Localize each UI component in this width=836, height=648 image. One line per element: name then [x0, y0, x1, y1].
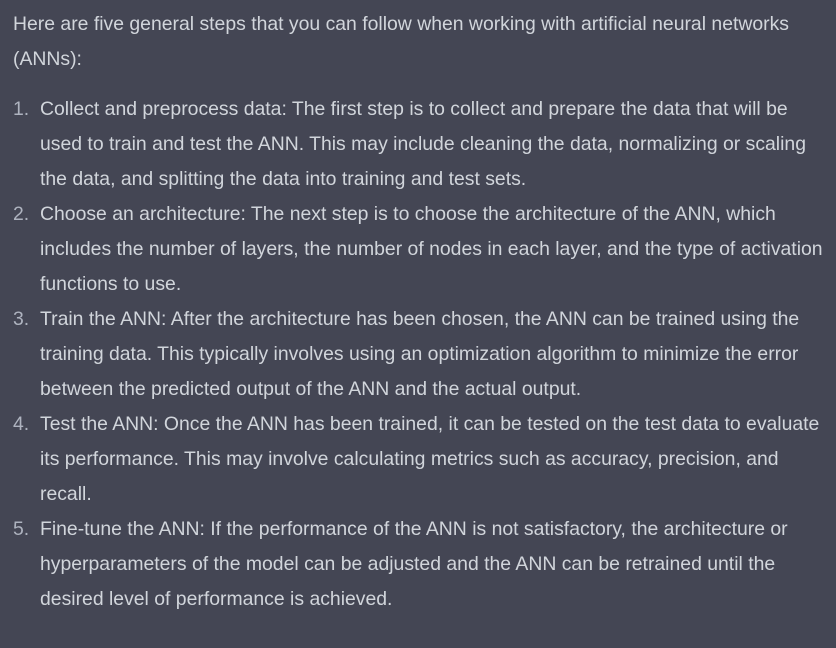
list-item-number: 4.	[13, 413, 30, 435]
list-item-number: 3.	[13, 308, 30, 330]
list-item-number: 1.	[13, 98, 30, 120]
assistant-message: Here are five general steps that you can…	[0, 0, 836, 648]
steps-list: 1. Collect and preprocess data: The firs…	[13, 92, 830, 617]
list-item-number: 5.	[13, 518, 30, 540]
intro-paragraph: Here are five general steps that you can…	[13, 13, 790, 70]
list-item: 1. Collect and preprocess data: The firs…	[13, 92, 830, 197]
list-item-text: Choose an architecture: The next step is…	[40, 203, 823, 295]
list-item: 4. Test the ANN: Once the ANN has been t…	[13, 407, 830, 512]
list-item-number: 2.	[13, 203, 30, 225]
list-item-text: Test the ANN: Once the ANN has been trai…	[40, 413, 820, 505]
list-item: 5. Fine-tune the ANN: If the performance…	[13, 512, 830, 617]
list-item: 3. Train the ANN: After the architecture…	[13, 302, 830, 407]
list-item-text: Collect and preprocess data: The first s…	[40, 98, 806, 190]
list-item-text: Fine-tune the ANN: If the performance of…	[40, 518, 788, 610]
list-item-text: Train the ANN: After the architecture ha…	[40, 308, 800, 400]
list-item: 2. Choose an architecture: The next step…	[13, 197, 830, 302]
